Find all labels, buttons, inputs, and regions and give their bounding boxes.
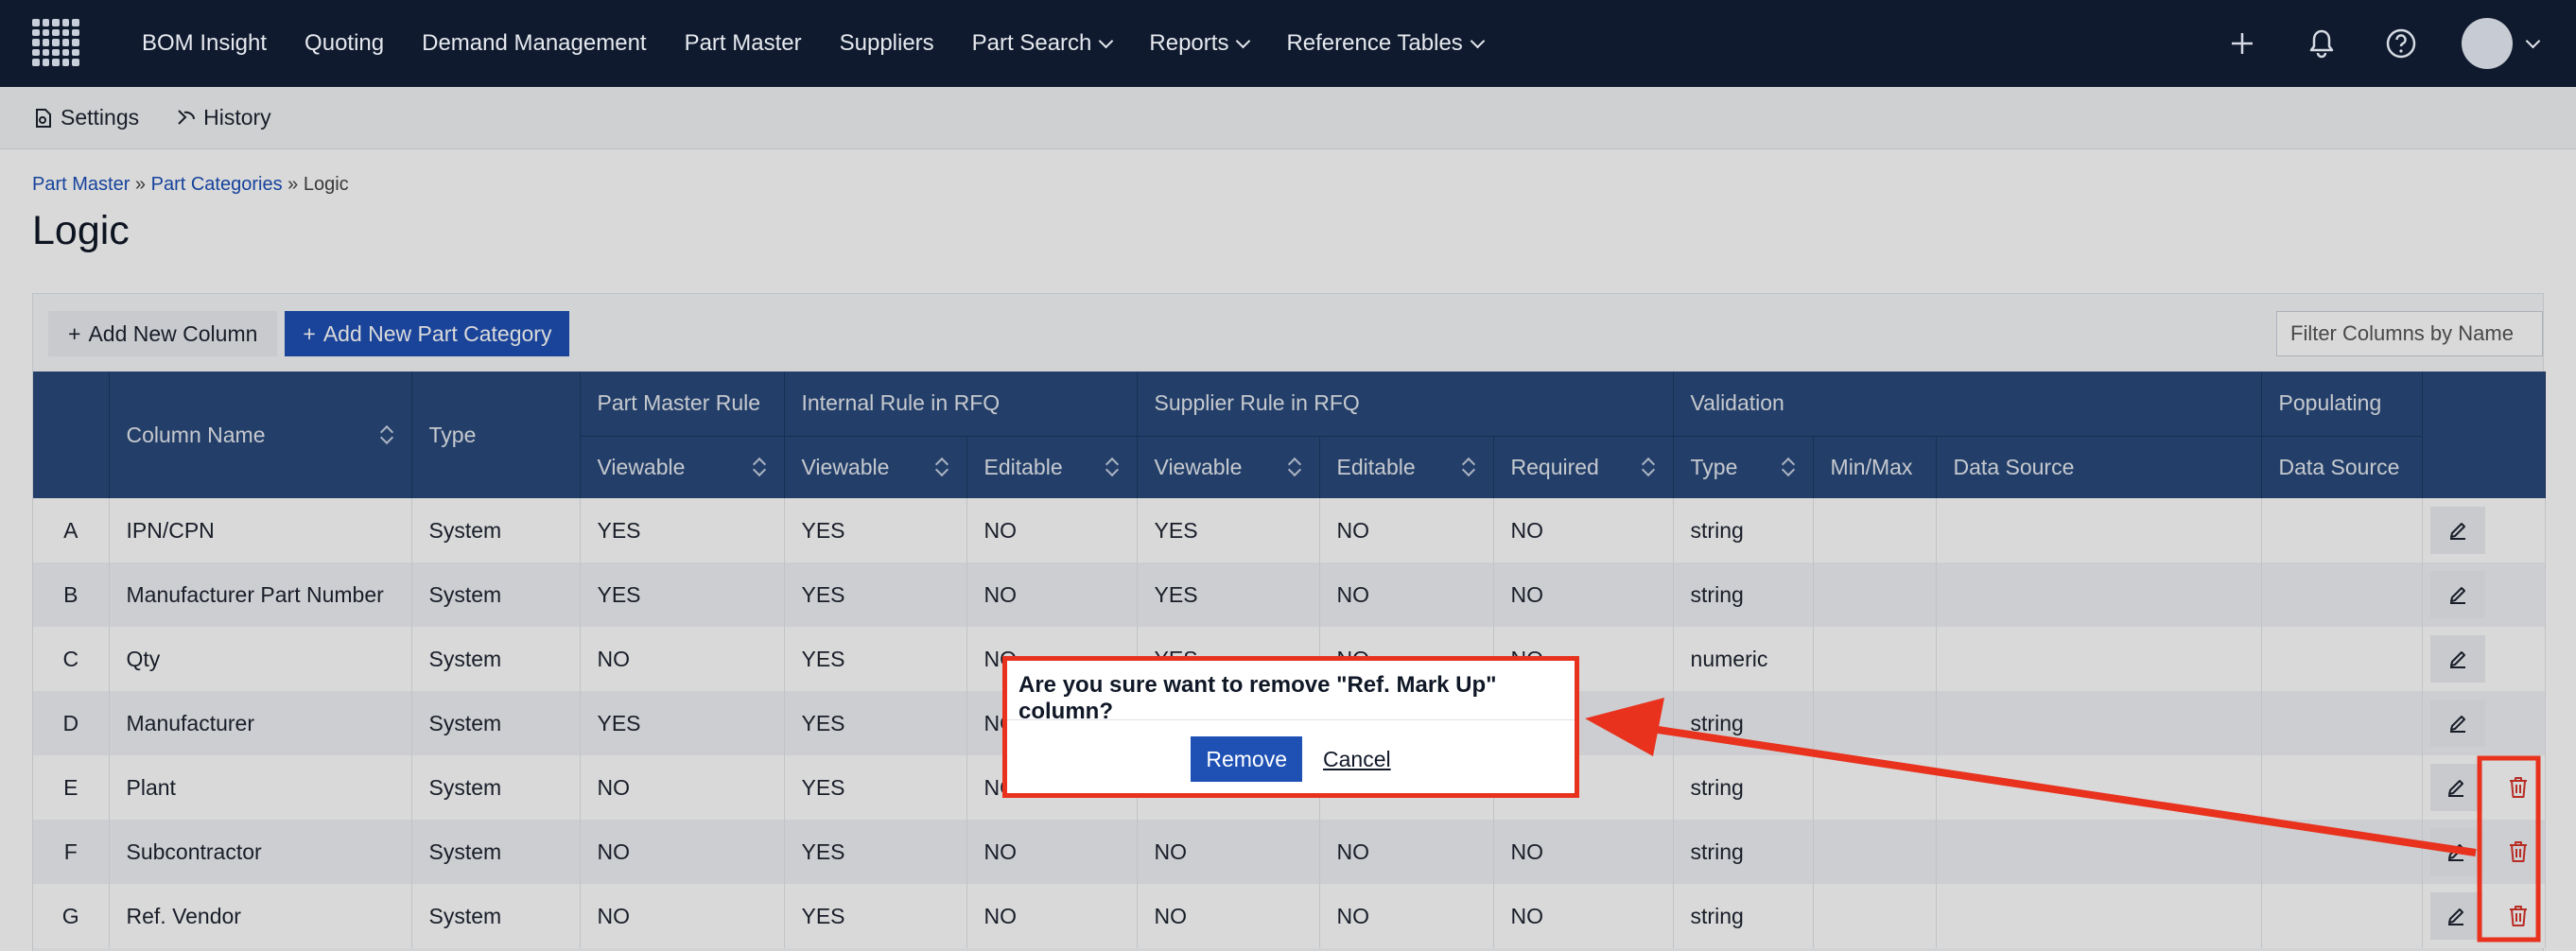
bell-icon[interactable] (2303, 25, 2341, 62)
nav-item-quoting[interactable]: Quoting (286, 0, 403, 87)
chevron-down-icon (2525, 33, 2541, 48)
confirm-remove-dialog: Are you sure want to remove "Ref. Mark U… (1002, 656, 1579, 798)
main-nav: BOM Insight Quoting Demand Management Part … (142, 0, 1502, 87)
top-navbar: BOM Insight Quoting Demand Management Part … (0, 0, 2576, 87)
remove-button[interactable]: Remove (1191, 736, 1303, 782)
nav-item-label: Part Master (684, 30, 802, 56)
nav-item-demand-management[interactable]: Demand Management (403, 0, 665, 87)
nav-item-reference-tables[interactable]: Reference Tables (1267, 0, 1501, 87)
nav-item-part-search[interactable]: Part Search (953, 0, 1131, 87)
avatar[interactable] (2462, 18, 2513, 69)
nav-item-label: Reports (1149, 30, 1229, 56)
plus-icon[interactable] (2223, 25, 2261, 62)
nav-item-label: Suppliers (839, 30, 934, 56)
dialog-divider (1007, 719, 1575, 720)
nav-right-actions (2223, 0, 2541, 87)
dialog-question: Are you sure want to remove "Ref. Mark U… (1018, 672, 1497, 724)
chevron-down-icon (1236, 33, 1251, 48)
modal-backdrop[interactable] (0, 87, 2576, 951)
nav-item-label: Demand Management (422, 30, 647, 56)
nav-item-reports[interactable]: Reports (1130, 0, 1267, 87)
nav-item-part-master[interactable]: Part Master (666, 0, 821, 87)
cancel-link[interactable]: Cancel (1323, 747, 1391, 772)
nav-item-label: Reference Tables (1286, 30, 1463, 56)
chevron-down-icon (1470, 33, 1486, 48)
nav-item-label: BOM Insight (142, 30, 268, 56)
nav-item-label: Part Search (971, 30, 1092, 56)
nav-item-label: Quoting (305, 30, 385, 56)
app-logo-icon[interactable] (30, 17, 81, 68)
chevron-down-icon (1099, 33, 1114, 48)
dialog-actions: Remove Cancel (1007, 736, 1575, 782)
help-icon[interactable] (2382, 25, 2420, 62)
user-menu[interactable] (2462, 18, 2541, 69)
nav-item-suppliers[interactable]: Suppliers (821, 0, 953, 87)
nav-item-bom-insight[interactable]: BOM Insight (142, 0, 286, 87)
